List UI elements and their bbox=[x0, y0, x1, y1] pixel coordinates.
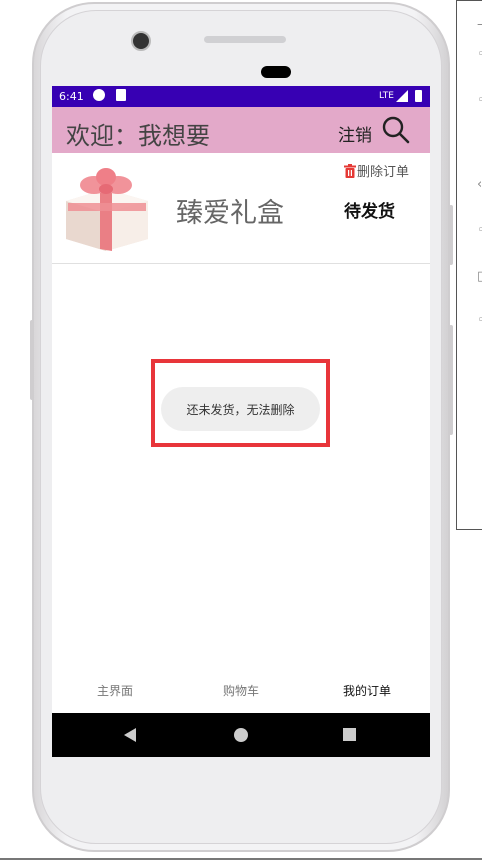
nav-item-my-orders[interactable]: 我的订单 bbox=[304, 682, 430, 699]
sd-card-icon bbox=[116, 89, 126, 101]
notification-icon bbox=[93, 89, 105, 101]
volume-icon[interactable]: ◦ bbox=[477, 93, 482, 108]
delete-order-button[interactable]: 删除订单 bbox=[344, 161, 409, 180]
delete-order-label: 删除订单 bbox=[357, 165, 410, 180]
recent-apps-icon[interactable] bbox=[343, 728, 356, 741]
search-icon[interactable] bbox=[382, 116, 410, 144]
system-navigation-bar bbox=[52, 713, 430, 757]
divider bbox=[0, 858, 482, 860]
nav-item-cart[interactable]: 购物车 bbox=[178, 682, 304, 699]
nav-item-home[interactable]: 主界面 bbox=[52, 682, 178, 699]
side-button bbox=[30, 320, 34, 400]
volume-button[interactable] bbox=[449, 205, 453, 265]
signal-icon bbox=[396, 90, 408, 102]
home-icon[interactable] bbox=[234, 728, 248, 742]
zoom-icon[interactable]: ▯ bbox=[477, 269, 482, 284]
speaker-grille bbox=[204, 36, 286, 43]
minimize-icon[interactable]: – bbox=[477, 17, 482, 32]
gift-box-image bbox=[60, 163, 153, 253]
status-time: 6:41 bbox=[59, 90, 84, 103]
battery-icon bbox=[415, 90, 422, 102]
power-icon[interactable]: ◦ bbox=[477, 47, 482, 62]
status-bar: 6:41 LTE bbox=[52, 86, 430, 107]
front-camera bbox=[131, 31, 151, 51]
toast-message: 还未发货，无法删除 bbox=[161, 387, 320, 431]
back-icon[interactable] bbox=[124, 728, 136, 742]
logout-button[interactable]: 注销 bbox=[338, 121, 372, 146]
order-item[interactable]: 臻爱礼盒 删除订单 待发货 bbox=[52, 153, 430, 264]
order-status: 待发货 bbox=[344, 202, 395, 222]
emulator-side-panel: – ◦ ◦ ‹ ◦ ▯ ◦ bbox=[456, 0, 482, 530]
bottom-navigation: 主界面 购物车 我的订单 bbox=[52, 676, 430, 713]
network-type: LTE bbox=[379, 91, 394, 101]
app-screen: 6:41 LTE 欢迎：我想要 注销 臻爱礼盒 删除订单 待发货 还未发货，无法… bbox=[52, 86, 430, 757]
product-name: 臻爱礼盒 bbox=[176, 198, 284, 229]
back-icon[interactable]: ◦ bbox=[477, 313, 482, 328]
trash-icon bbox=[344, 164, 356, 178]
welcome-text: 欢迎：我想要 bbox=[66, 122, 210, 150]
rotate-icon[interactable]: ‹ bbox=[477, 177, 482, 192]
power-button[interactable] bbox=[449, 325, 453, 435]
earpiece bbox=[261, 66, 291, 78]
camera-icon[interactable]: ◦ bbox=[477, 223, 482, 238]
app-header: 欢迎：我想要 注销 bbox=[52, 107, 430, 153]
